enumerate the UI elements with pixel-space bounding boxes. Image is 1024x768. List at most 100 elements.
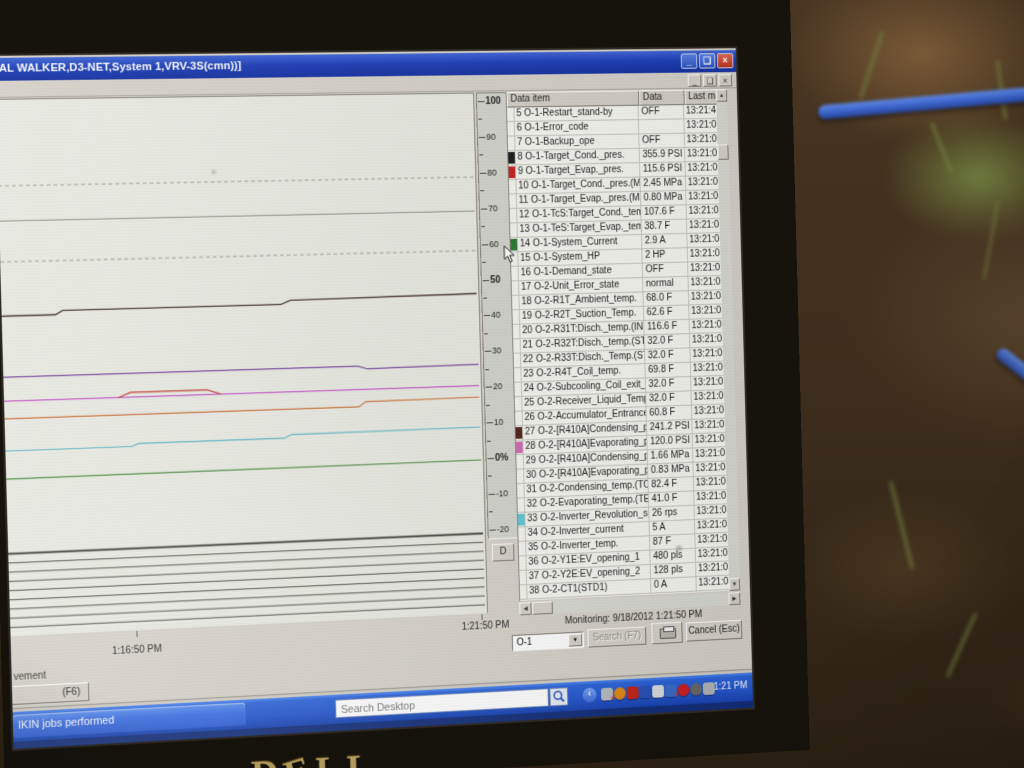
ruler-minor-tick <box>481 226 485 227</box>
cell-data-value: 0 A <box>651 577 697 593</box>
chevron-down-icon[interactable]: ▼ <box>568 633 582 646</box>
minimize-icon[interactable]: _ <box>681 53 698 68</box>
row-number: 8 <box>517 152 522 163</box>
row-number: 19 <box>522 311 533 322</box>
row-item-name: O-2-R33T:Disch._Temp.(STD <box>536 350 646 364</box>
series-color-swatch <box>509 166 516 178</box>
scrollbar-thumb[interactable] <box>717 144 728 159</box>
x-axis-tick <box>481 614 482 620</box>
cell-last-time: 13:21:0 <box>689 290 722 304</box>
cell-data-value: 82.4 F <box>648 477 694 492</box>
tray-collapse-icon[interactable]: ‹ <box>583 688 597 703</box>
pdf-icon[interactable] <box>627 686 639 699</box>
column-header-data[interactable]: Data <box>639 90 685 106</box>
display-icon[interactable] <box>652 685 664 698</box>
chart-series-cluster-7 <box>10 587 485 609</box>
cell-data-value: 128 pls <box>651 563 697 578</box>
cell-data-value: 120.0 PSI <box>647 434 693 449</box>
row-item-name: O-2-Inverter_temp. <box>541 539 619 553</box>
chart-series-cluster-4 <box>9 560 484 581</box>
row-item-name: O-2-R2T_Suction_Temp. <box>535 308 637 321</box>
row-item-name: O-1-Demand_state <box>533 265 612 278</box>
ruler-major-tick <box>478 101 485 102</box>
ruler-label: 100 <box>485 96 507 107</box>
cell-last-time: 13:21:0 <box>692 404 725 418</box>
cell-last-time: 13:21:0 <box>690 319 723 333</box>
cell-data-value: 38.7 F <box>642 220 688 234</box>
ruler-minor-tick <box>484 333 488 334</box>
row-number: 12 <box>519 210 530 221</box>
data-table: Data item Data Last m 5 O-1-Restart_stan… <box>506 89 740 601</box>
cell-last-time: 13:21:0 <box>691 376 724 390</box>
row-item-name: O-2-Inverter_current <box>540 524 623 538</box>
search-button[interactable]: Search (F7) <box>587 626 646 647</box>
column-header-last-m[interactable]: Last m <box>684 89 717 105</box>
row-number: 24 <box>524 383 535 394</box>
antivirus-icon[interactable] <box>677 683 689 696</box>
cell-last-time: 13:21:0 <box>687 233 720 247</box>
cancel-button[interactable]: Cancel (Esc) <box>686 620 742 642</box>
series-swatch-cell <box>519 571 527 585</box>
cell-last-time: 13:21:0 <box>693 462 726 477</box>
cell-data-value: 0.83 MPa <box>648 463 694 478</box>
ruler-label: 50 <box>490 274 512 285</box>
cell-last-time: 13:21:0 <box>685 162 718 176</box>
row-item-name: O-1-Restart_stand-by <box>524 107 613 119</box>
cell-last-time: 13:21:0 <box>691 362 724 376</box>
ruler-major-tick <box>481 208 488 209</box>
desktop-search-icon[interactable] <box>639 686 651 699</box>
scrollbar-thumb[interactable] <box>532 601 553 615</box>
f6-button[interactable]: (F6) <box>0 682 89 707</box>
ruler-minor-tick <box>480 190 484 191</box>
update-icon[interactable] <box>614 687 626 700</box>
ruler-minor-tick <box>485 369 489 370</box>
search-go-button[interactable] <box>549 687 568 706</box>
dell-letter: L <box>346 744 378 768</box>
ruler-major-tick <box>485 351 492 352</box>
cell-last-time: 13:21:0 <box>694 490 727 505</box>
network-offline-icon[interactable]: × <box>601 688 613 701</box>
ruler-major-tick <box>486 387 493 388</box>
scroll-up-icon[interactable]: ▲ <box>716 89 727 102</box>
row-number: 23 <box>523 369 534 380</box>
row-number: 29 <box>526 455 537 466</box>
row-item-name: O-2-R1T_Ambient_temp. <box>534 294 637 307</box>
cell-data-value: 107.6 F <box>641 205 687 219</box>
cell-data-value: 41.0 F <box>649 491 695 506</box>
close-icon[interactable]: × <box>717 53 734 68</box>
cell-data-value: 5 A <box>650 520 696 535</box>
row-item-name: O-2-Subcooling_Coil_exit_Te <box>536 379 646 394</box>
print-button[interactable] <box>651 622 682 645</box>
series-swatch-cell <box>512 281 520 295</box>
row-item-name: O-2-Y1E:EV_opening_1 <box>541 552 640 567</box>
row-item-name: O-2-[R410A]Condensing_pre <box>538 422 648 437</box>
mdi-restore-icon[interactable]: ❏ <box>703 74 717 87</box>
ruler-label: 30 <box>492 345 514 355</box>
scheduler-icon[interactable] <box>690 683 702 696</box>
cell-last-time: 13:21:0 <box>696 561 729 576</box>
mdi-minimize-icon[interactable]: _ <box>688 74 702 87</box>
row-item-name: O-2-Receiver_Liquid_Temp. <box>537 394 647 408</box>
chart-series-cyan <box>5 427 480 451</box>
row-item-name: O-1-TeS:Target_Evap._temp. <box>532 221 642 234</box>
restore-icon[interactable]: ❏ <box>699 53 716 68</box>
mdi-close-icon[interactable]: × <box>718 74 732 87</box>
ruler-major-tick <box>488 458 495 459</box>
cell-data-item: 12 O-1-TcS:Target_Cond._temp <box>517 206 641 222</box>
scroll-right-icon[interactable]: ▶ <box>728 592 740 605</box>
network-computers-icon[interactable]: × <box>665 684 677 697</box>
d-button[interactable]: D <box>492 543 515 561</box>
cell-last-time: 13:21:0 <box>696 576 729 591</box>
ruler-minor-tick <box>478 119 482 120</box>
x-axis-label-start: 1:16:50 PM <box>96 643 178 658</box>
cell-last-time: 13:21:0 <box>690 333 723 347</box>
mouse-cursor <box>503 245 516 264</box>
search-icon <box>550 688 567 705</box>
cell-last-time: 13:21:0 <box>688 247 721 261</box>
ruler-major-tick <box>484 315 491 316</box>
row-item-name: O-1-Target_Evap._pres. <box>526 164 624 176</box>
scroll-left-icon[interactable]: ◀ <box>519 602 531 615</box>
unit-select[interactable]: O-1 ▼ <box>512 631 584 651</box>
ruler-major-tick <box>480 173 487 174</box>
scroll-down-icon[interactable]: ▼ <box>729 578 740 591</box>
